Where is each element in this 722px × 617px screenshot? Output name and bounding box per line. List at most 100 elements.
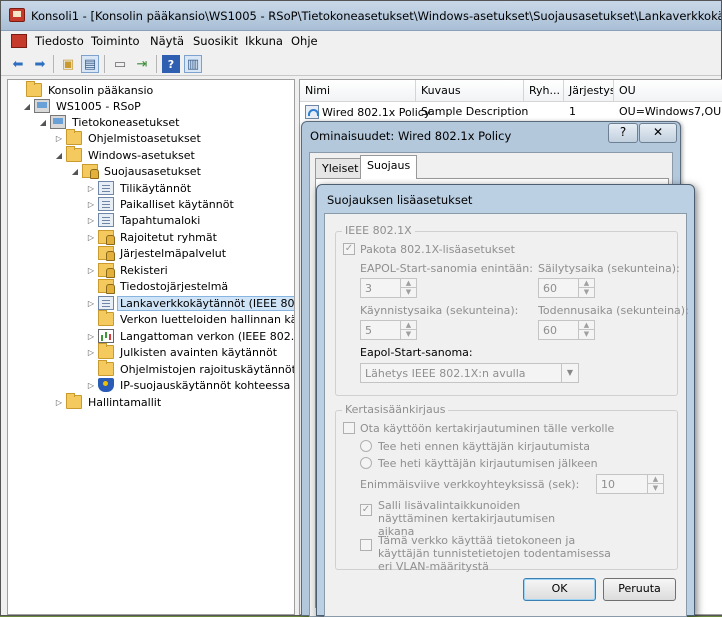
mmc-app-icon[interactable] [9,8,25,22]
row-ou: OU=Windows7,OU=Wo [619,105,722,118]
max-delay-stepper[interactable]: 10 ▲ ▼ [596,474,664,494]
tree-item[interactable]: Ohjelmistojen rajoituskäytännöt [86,360,294,377]
console-window-icon[interactable] [11,34,27,48]
tree-expander[interactable]: ▷ [86,233,96,242]
advanced-dialog-title: Suojauksen lisäasetukset [327,193,473,207]
help-button[interactable]: ? [608,123,638,143]
ieee-8021x-group: IEEE 802.1X ✓ Pakota 802.1X-lisäasetukse… [335,224,689,396]
title-bar[interactable]: Konsoli1 - [Konsolin pääkansio\WS1005 - … [1,1,721,31]
help-icon[interactable]: ? [162,55,180,73]
tree-expander[interactable]: ▷ [86,381,96,390]
tree-item[interactable]: ▷ Langattoman verkon (IEEE 802.11) kä [86,328,294,344]
back-arrow-icon[interactable]: ⬅ [9,55,27,73]
menu-ikkuna[interactable]: Ikkuna [245,34,283,48]
menu-nayta[interactable]: Näytä [150,34,184,48]
enforce-8021x-checkbox[interactable]: ✓ [343,243,355,255]
column-header-description[interactable]: Kuvaus [416,80,524,102]
tree-expander[interactable]: ▷ [86,348,96,357]
tree-expander[interactable]: ▷ [86,266,96,275]
auth-period-stepper[interactable]: 60 ▲ ▼ [538,320,595,340]
column-header-ou[interactable]: OU [614,80,722,102]
chevron-down-icon[interactable]: ▼ [561,364,578,382]
separate-vlan-checkbox[interactable] [360,539,372,551]
tree-item[interactable]: ◢ WS1005 - RSoP [22,98,144,114]
show-action-pane-icon[interactable]: ▥ [184,55,202,73]
tree-expander[interactable]: ◢ [54,151,64,160]
stepper-arrows[interactable]: ▲ ▼ [578,321,594,339]
stepper-arrows[interactable]: ▲ ▼ [647,475,663,493]
cancel-button[interactable]: Peruuta [603,578,676,601]
properties-icon[interactable]: ▭ [111,55,129,73]
eapol-message-select[interactable]: Lähetys IEEE 802.1X:n avulla ▼ [360,363,579,383]
console-tree[interactable]: Konsolin pääkansio ◢ WS1005 - RSoP ◢ Tie… [7,79,295,615]
tree-item[interactable]: ▷ Tilikäytännöt [86,180,194,196]
tree-expander[interactable]: ▷ [86,299,96,308]
column-header-order[interactable]: Järjestys [564,80,614,102]
start-period-stepper[interactable]: 5 ▲ ▼ [360,320,417,340]
menu-toiminto[interactable]: Toiminto [91,34,140,48]
stepper-up-icon[interactable]: ▲ [579,279,594,288]
tree-item[interactable]: ◢ Suojausasetukset [70,163,204,179]
tree-item[interactable]: Tiedostojärjestelmä [86,278,231,294]
tree-item[interactable]: ◢ Windows-asetukset [54,146,198,163]
tree-item[interactable]: ▷ Tapahtumaloki [86,212,203,228]
stepper-up-icon[interactable]: ▲ [648,475,663,484]
tree-item[interactable]: ▷ Paikalliset käytännöt [86,196,237,212]
up-folder-icon[interactable]: ▣ [59,55,77,73]
column-header-name[interactable]: Nimi [300,80,416,102]
show-tree-icon[interactable]: ▤ [81,55,99,73]
toolbar-separator [53,55,54,73]
menu-suosikit[interactable]: Suosikit [193,34,238,48]
export-list-icon[interactable]: ⇥ [133,55,151,73]
tab-suojaus[interactable]: Suojaus [360,155,418,179]
forward-arrow-icon[interactable]: ➡ [31,55,49,73]
column-header-group[interactable]: Ryh... [524,80,564,102]
sso-before-logon-radio[interactable] [360,440,372,452]
tree-item[interactable]: ◢ Tietokoneasetukset [38,114,182,130]
tree-expander[interactable]: ◢ [22,102,32,111]
tree-item-label: IP-suojauskäytännöt kohteessa Paik [120,378,294,392]
stepper-arrows[interactable]: ▲ ▼ [578,279,594,297]
tree-expander[interactable]: ◢ [70,167,80,176]
stepper-arrows[interactable]: ▲ ▼ [400,279,416,297]
tree-item[interactable]: ▷ Ohjelmistoasetukset [54,129,204,146]
tree-expander[interactable]: ◢ [38,118,48,127]
tree-expander[interactable]: ▷ [86,200,96,209]
tree-item[interactable]: ▷ Julkisten avainten käytännöt [86,343,280,360]
tree-expander[interactable]: ▷ [54,398,64,407]
eapol-max-stepper[interactable]: 3 ▲ ▼ [360,278,417,298]
tab-yleiset[interactable]: Yleiset [315,158,366,178]
tree-expander[interactable]: ▷ [54,134,64,143]
hold-period-stepper[interactable]: 60 ▲ ▼ [538,278,595,298]
tree-item-label: Suojausasetukset [104,164,201,178]
close-button[interactable]: ✕ [639,123,677,143]
tree-item[interactable]: ▷ IP-suojauskäytännöt kohteessa Paik [86,377,294,393]
tree-item[interactable]: ▷ Rekisteri [86,262,171,278]
stepper-down-icon[interactable]: ▼ [401,330,416,339]
ok-button[interactable]: OK [523,578,596,601]
tree-item[interactable]: Järjestelmäpalvelut [86,245,229,261]
tree-item[interactable]: Verkon luetteloiden hallinnan käytän [86,310,294,327]
menu-tiedosto[interactable]: Tiedosto [35,34,84,48]
stepper-down-icon[interactable]: ▼ [579,330,594,339]
stepper-up-icon[interactable]: ▲ [401,279,416,288]
stepper-down-icon[interactable]: ▼ [579,288,594,297]
table-row[interactable]: Wired 802.1x Policy Sample Description 1… [300,103,722,121]
tree-expander[interactable]: ▷ [86,184,96,193]
tree-item[interactable]: Konsolin pääkansio [14,81,156,98]
tree-item[interactable]: ▷ Hallintamallit [54,393,164,410]
eapol-max-label: EAPOL-Start-sanomia enintään: [360,262,533,275]
tree-item-selected[interactable]: ▷ Lankaverkkokäytännöt (IEEE 802.3) [86,295,294,311]
sso-after-logon-radio[interactable] [360,457,372,469]
allow-dialogs-checkbox[interactable]: ✓ [360,504,372,516]
stepper-up-icon[interactable]: ▲ [579,321,594,330]
menu-ohje[interactable]: Ohje [291,34,318,48]
enable-sso-checkbox[interactable] [343,422,355,434]
stepper-up-icon[interactable]: ▲ [401,321,416,330]
tree-expander[interactable]: ▷ [86,332,96,341]
tree-item[interactable]: ▷ Rajoitetut ryhmät [86,229,220,245]
stepper-down-icon[interactable]: ▼ [401,288,416,297]
tree-expander[interactable]: ▷ [86,216,96,225]
stepper-down-icon[interactable]: ▼ [648,484,663,493]
stepper-arrows[interactable]: ▲ ▼ [400,321,416,339]
